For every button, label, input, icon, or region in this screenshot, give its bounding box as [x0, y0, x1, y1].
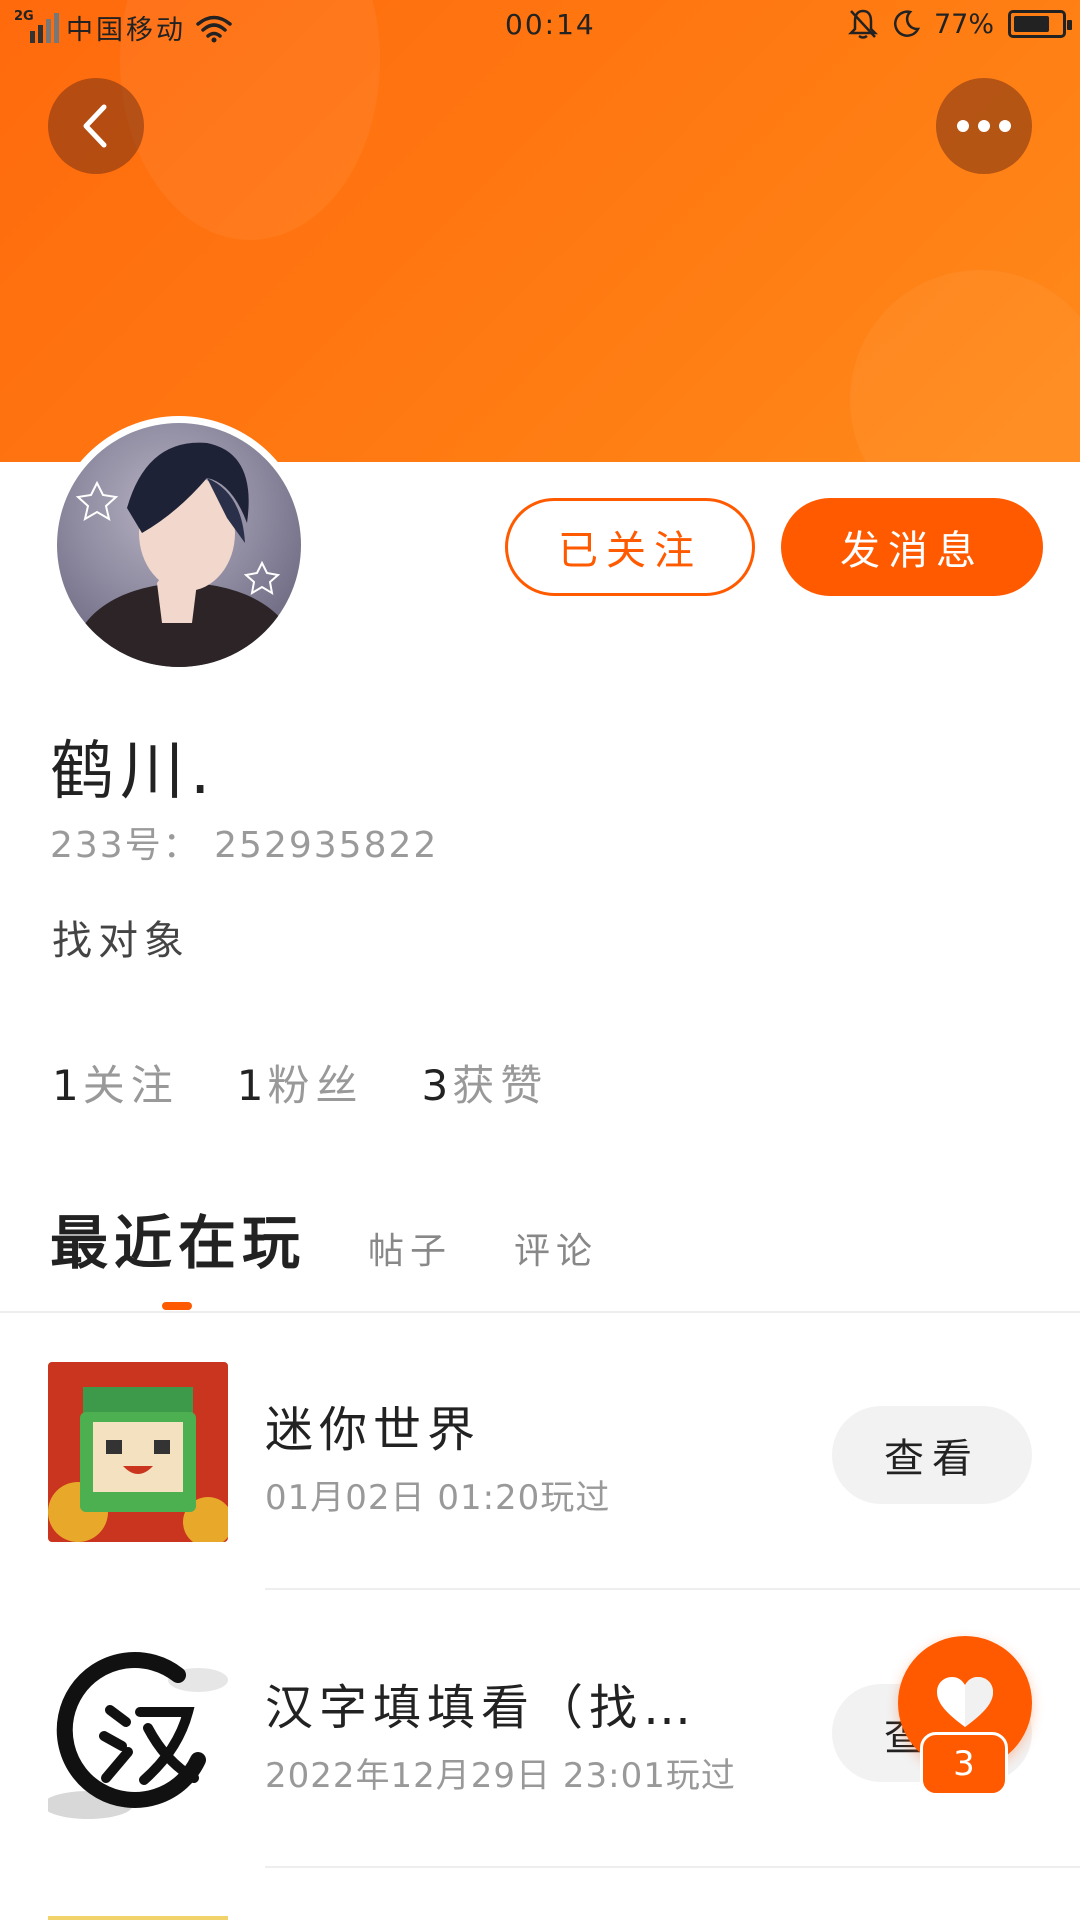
- battery-level: [1014, 16, 1049, 32]
- like-count-badge: 3: [920, 1732, 1008, 1796]
- stat-label: 粉丝: [267, 1061, 364, 1110]
- game-thumbnail-hanzi: [48, 1640, 228, 1820]
- profile-tabs: 最近在玩 帖子 评论: [50, 1196, 598, 1280]
- game-played-time: 2022年12月29日 23:01玩过: [265, 1756, 736, 1796]
- stat-number: 1: [236, 1061, 264, 1110]
- chevron-left-icon: [83, 104, 107, 148]
- game-list-item[interactable]: 迷你世界 01月02日 01:20玩过 查看: [0, 1312, 1080, 1590]
- profile-stats: 1关注 1粉丝 3获赞: [52, 1052, 548, 1113]
- battery-percent: 77%: [933, 8, 994, 40]
- stat-number: 1: [52, 1061, 79, 1110]
- stat-label: 获赞: [452, 1061, 549, 1110]
- stat-likes[interactable]: 3获赞: [422, 1052, 549, 1113]
- stat-number: 3: [421, 1061, 449, 1110]
- stat-followers[interactable]: 1粉丝: [237, 1052, 364, 1113]
- carrier-name: 中国移动: [66, 15, 186, 46]
- avatar[interactable]: [50, 416, 308, 674]
- user-id: 233号： 252935822: [50, 825, 439, 866]
- game-title: 迷你世界: [265, 1402, 482, 1458]
- game-thumbnail-mini-world: [48, 1362, 228, 1542]
- wifi-icon: [196, 15, 232, 42]
- user-bio: 找对象: [52, 918, 190, 964]
- stat-following[interactable]: 1关注: [52, 1052, 179, 1113]
- tab-posts[interactable]: 帖子: [368, 1222, 452, 1280]
- moon-icon: [894, 10, 920, 37]
- more-dots-icon: [957, 120, 1011, 132]
- signal-icon: 2G: [14, 8, 59, 45]
- network-tag: 2G: [14, 8, 34, 24]
- tab-recently-played[interactable]: 最近在玩: [50, 1196, 306, 1280]
- status-bar: 2G 中国移动 00:14 77%: [0, 0, 1080, 52]
- send-message-button[interactable]: 发消息: [781, 498, 1043, 596]
- battery-icon: [1008, 10, 1072, 38]
- bell-muted-icon: [847, 9, 878, 39]
- game-title: 汉字填填看（找…: [265, 1680, 698, 1736]
- followed-button[interactable]: 已关注: [505, 498, 755, 596]
- heart-icon: [937, 1677, 993, 1727]
- avatar-image: [57, 423, 301, 667]
- profile-banner: [0, 0, 1080, 462]
- tab-comments[interactable]: 评论: [514, 1222, 598, 1280]
- divider: [265, 1866, 1080, 1868]
- clock: 00:14: [505, 8, 596, 41]
- stat-label: 关注: [82, 1061, 179, 1110]
- username: 鹤川.: [50, 735, 217, 809]
- tab-indicator: [162, 1302, 192, 1310]
- back-button[interactable]: [48, 78, 144, 174]
- banner-decoration: [850, 270, 1080, 462]
- game-played-time: 01月02日 01:20玩过: [265, 1478, 611, 1518]
- more-button[interactable]: [936, 78, 1032, 174]
- game-thumbnail-partial: [48, 1916, 228, 1920]
- view-button[interactable]: 查看: [832, 1406, 1032, 1504]
